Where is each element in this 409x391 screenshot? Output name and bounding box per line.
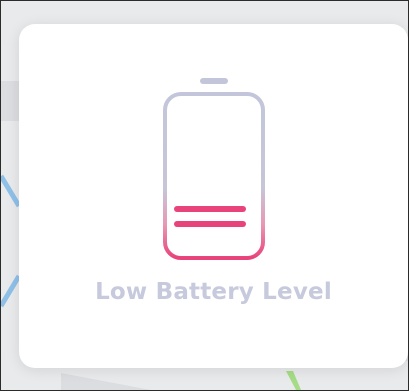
screen-frame: Low Battery Level xyxy=(0,0,409,391)
low-battery-card: Low Battery Level xyxy=(19,24,408,368)
dialog-title: Low Battery Level xyxy=(95,279,332,305)
low-battery-icon xyxy=(163,78,265,260)
